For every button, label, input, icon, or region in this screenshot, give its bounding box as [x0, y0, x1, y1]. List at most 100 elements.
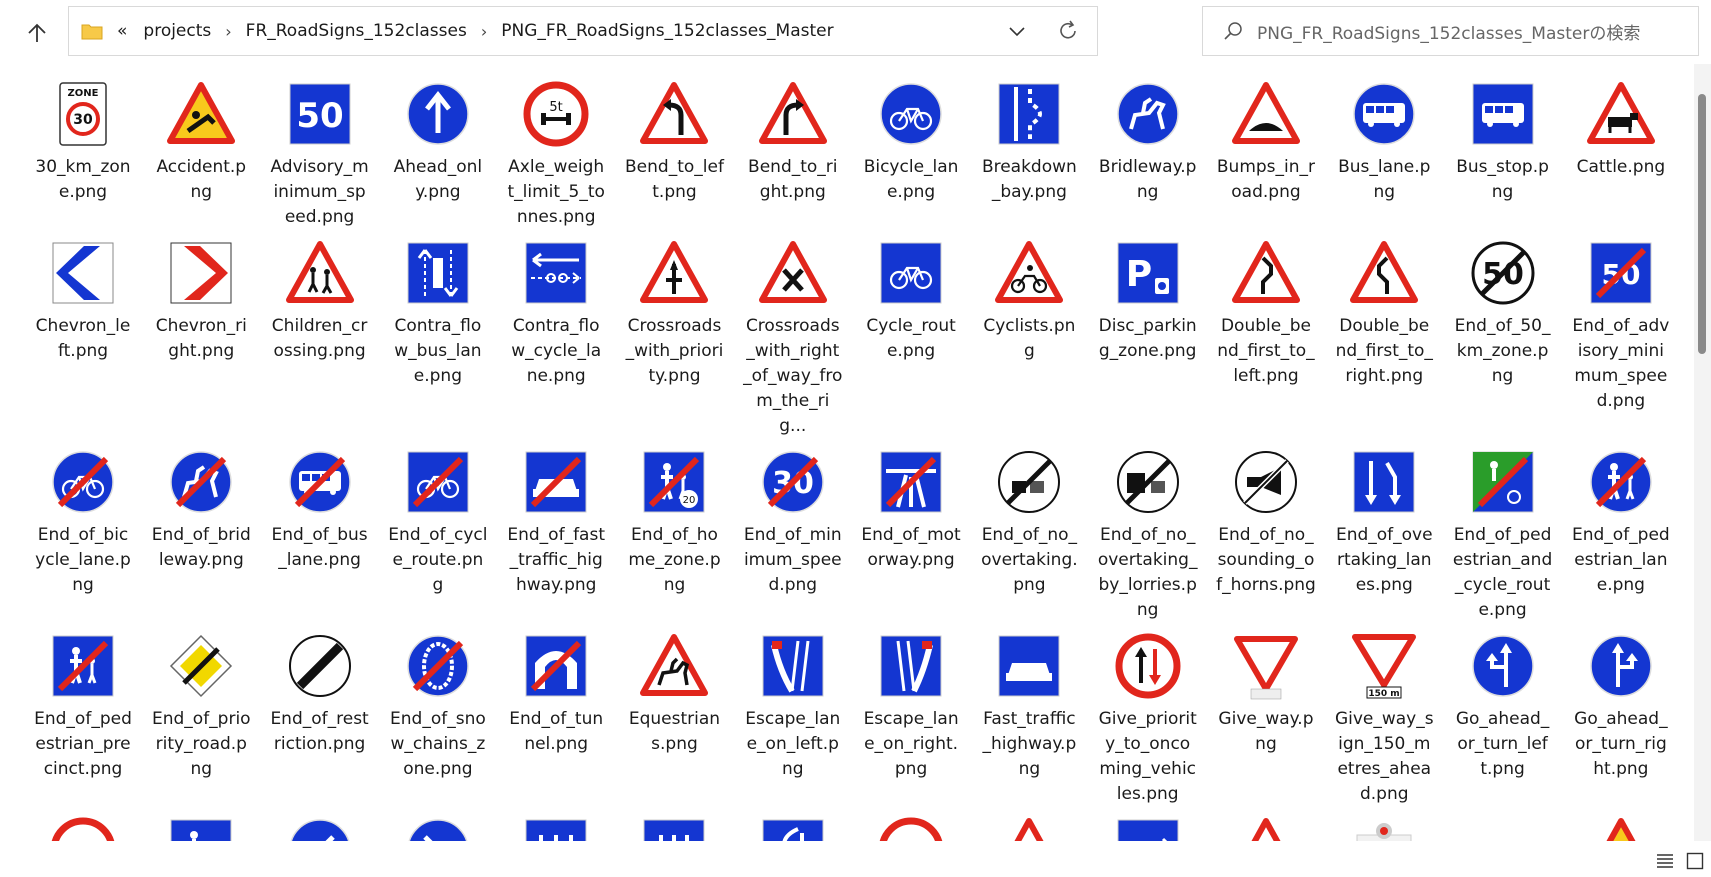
file-item[interactable]: Escape_lane_on_left.png [734, 631, 852, 807]
breadcrumb-projects[interactable]: projects [143, 21, 211, 41]
file-item[interactable]: 5t Axle_weight_limit_5_tonnes.png [497, 79, 615, 230]
file-item[interactable]: End_of_no_overtaking.png [970, 447, 1088, 623]
file-item[interactable] [497, 815, 615, 841]
file-item[interactable]: Children_crossing.png [261, 238, 379, 439]
file-name: Chevron_left.png [35, 316, 131, 361]
refresh-icon[interactable] [1057, 19, 1079, 43]
breadcrumb-master[interactable]: PNG_FR_RoadSigns_152classes_Master [501, 21, 833, 41]
file-name: Crossroads_with_right_of_way_from_the_ri… [743, 316, 843, 436]
bendright-icon [758, 79, 828, 149]
file-item[interactable]: Give_priority_to_oncoming_vehicles.png [1089, 631, 1207, 807]
file-item[interactable] [379, 815, 497, 841]
file-item[interactable]: End_of_snow_chains_zone.png [379, 631, 497, 807]
file-item[interactable]: 20 End_of_home_zone.png [615, 447, 733, 623]
file-item[interactable] [970, 815, 1088, 841]
up-arrow-icon[interactable] [22, 20, 52, 46]
chevron-down-icon[interactable] [1007, 21, 1027, 41]
file-item[interactable]: End_of_cycle_route.png [379, 447, 497, 623]
file-item[interactable]: 50 Advisory_minimum_speed.png [261, 79, 379, 230]
endpedlane-icon [1586, 447, 1656, 517]
file-item[interactable]: 50 End_of_advisory_minimum_speed.png [1562, 238, 1680, 439]
file-view[interactable]: ZONE 30 30_km_zone.png Accident.png 50 Adviso… [0, 64, 1711, 841]
file-item[interactable]: End_of_motorway.png [852, 447, 970, 623]
file-item[interactable]: Crossroads_with_priority.png [615, 238, 733, 439]
file-item[interactable]: Equestrians.png [615, 631, 733, 807]
file-item[interactable]: 30 End_of_minimum_speed.png [734, 447, 852, 623]
file-item[interactable] [261, 815, 379, 841]
file-item[interactable]: End_of_fast_traffic_highway.png [497, 447, 615, 623]
file-item[interactable]: Bus_stop.png [1444, 79, 1562, 230]
large-icons-view-icon[interactable] [1685, 851, 1705, 871]
file-name: Double_bend_first_to_right.png [1335, 316, 1433, 386]
file-item[interactable]: Ahead_only.png [379, 79, 497, 230]
chevron-right-icon[interactable]: › [481, 22, 487, 41]
file-item[interactable]: ZONE 30 30_km_zone.png [24, 79, 142, 230]
file-item[interactable]: End_of_tunnel.png [497, 631, 615, 807]
file-item[interactable]: Go_ahead_or_turn_left.png [1444, 631, 1562, 807]
scroll-thumb[interactable] [1698, 94, 1706, 354]
file-item[interactable]: Chevron_right.png [142, 238, 260, 439]
endmin30-icon: 30 [758, 447, 828, 517]
file-item[interactable]: End_of_bus_lane.png [261, 447, 379, 623]
file-item[interactable] [615, 815, 733, 841]
search-box[interactable]: PNG_FR_RoadSigns_152classes_Masterの検索 [1202, 6, 1699, 56]
file-item[interactable]: End_of_pedestrian_and_cycle_route.png [1444, 447, 1562, 623]
file-item[interactable]: Contra_flow_cycle_lane.png [497, 238, 615, 439]
file-item[interactable]: 150 m Give_way_sign_150_metres_ahead.png [1325, 631, 1443, 807]
file-item[interactable]: Accident.png [142, 79, 260, 230]
file-item[interactable] [1444, 815, 1562, 841]
file-item[interactable] [1562, 815, 1680, 841]
file-item[interactable]: Cycle_route.png [852, 238, 970, 439]
file-item[interactable]: Bridleway.png [1089, 79, 1207, 230]
file-item[interactable] [1089, 815, 1207, 841]
file-item[interactable]: Bend_to_left.png [615, 79, 733, 230]
file-name: End_of_motorway.png [861, 525, 961, 570]
chevron-right-icon[interactable]: › [225, 22, 231, 41]
file-item[interactable]: Bend_to_right.png [734, 79, 852, 230]
file-item[interactable]: End_of_overtaking_lanes.png [1325, 447, 1443, 623]
file-item[interactable]: Chevron_left.png [24, 238, 142, 439]
file-item[interactable] [1325, 815, 1443, 841]
file-item[interactable]: End_of_no_overtaking_by_lorries.png [1089, 447, 1207, 623]
address-bar[interactable]: « projects › FR_RoadSigns_152classes › P… [68, 6, 1098, 56]
file-item[interactable]: Fast_traffic_highway.png [970, 631, 1088, 807]
file-name: Crossroads_with_priority.png [625, 316, 724, 386]
file-item[interactable]: End_of_pedestrian_precinct.png [24, 631, 142, 807]
zone30-icon: ZONE 30 [48, 79, 118, 149]
file-item[interactable]: Breakdown_bay.png [970, 79, 1088, 230]
file-item[interactable]: Escape_lane_on_right.png [852, 631, 970, 807]
file-item[interactable]: End_of_restriction.png [261, 631, 379, 807]
file-item[interactable]: Bus_lane.png [1325, 79, 1443, 230]
file-item[interactable]: Cyclists.png [970, 238, 1088, 439]
file-item[interactable]: Bumps_in_road.png [1207, 79, 1325, 230]
file-item[interactable]: Give_way.png [1207, 631, 1325, 807]
file-item[interactable]: Bicycle_lane.png [852, 79, 970, 230]
breadcrumb-roadsigns[interactable]: FR_RoadSigns_152classes [246, 21, 467, 41]
file-item[interactable]: End_of_pedestrian_lane.png [1562, 447, 1680, 623]
file-item[interactable]: Crossroads_with_right_of_way_from_the_ri… [734, 238, 852, 439]
file-item[interactable]: End_of_priority_road.png [142, 631, 260, 807]
file-item[interactable] [734, 815, 852, 841]
details-view-icon[interactable] [1655, 851, 1675, 871]
file-item[interactable]: 3,5m [24, 815, 142, 841]
file-item[interactable]: Double_bend_first_to_right.png [1325, 238, 1443, 439]
file-item[interactable]: End_of_no_sounding_of_horns.png [1207, 447, 1325, 623]
file-item[interactable]: End_of_bridleway.png [142, 447, 260, 623]
file-item[interactable]: End_of_bicycle_lane.png [24, 447, 142, 623]
breadcrumb-overflow[interactable]: « [117, 21, 127, 41]
file-item[interactable]: P Disc_parking_zone.png [1089, 238, 1207, 439]
file-item[interactable] [1207, 815, 1325, 841]
file-item[interactable] [852, 815, 970, 841]
vertical-scrollbar[interactable] [1694, 64, 1711, 841]
file-item[interactable]: Cattle.png [1562, 79, 1680, 230]
file-item[interactable]: Double_bend_first_to_left.png [1207, 238, 1325, 439]
file-item[interactable]: 50 End_of_50_km_zone.png [1444, 238, 1562, 439]
file-name: Cycle_route.png [866, 316, 956, 361]
endovertakelanes-icon [1349, 447, 1419, 517]
endbridle-icon [166, 447, 236, 517]
file-item[interactable] [142, 815, 260, 841]
file-item[interactable]: Go_ahead_or_turn_right.png [1562, 631, 1680, 807]
file-item[interactable]: Contra_flow_bus_lane.png [379, 238, 497, 439]
file-name: Bend_to_left.png [625, 157, 724, 202]
file-grid: ZONE 30 30_km_zone.png Accident.png 50 Adviso… [24, 79, 1680, 841]
